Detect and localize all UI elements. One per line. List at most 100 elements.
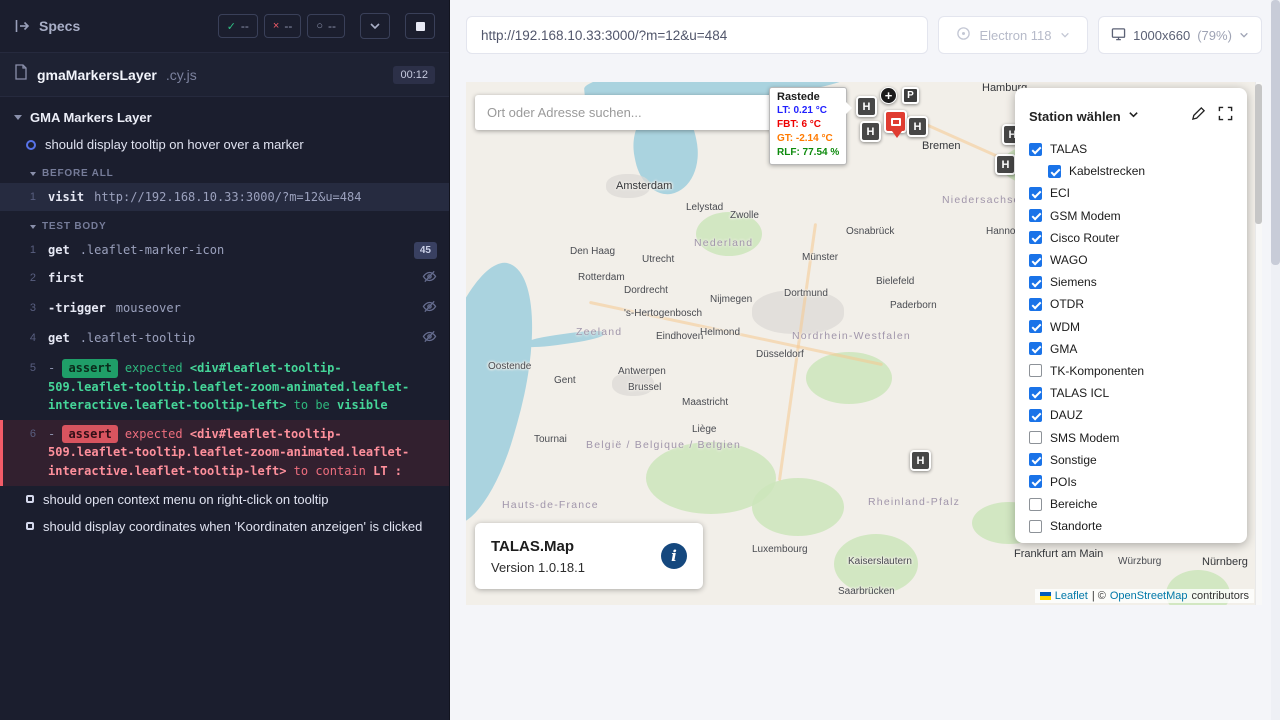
command-get[interactable]: 4get.leaflet-tooltip xyxy=(0,324,449,354)
checkbox[interactable] xyxy=(1029,409,1042,422)
checkbox[interactable] xyxy=(1029,364,1042,377)
checkbox[interactable] xyxy=(1029,143,1042,156)
command-first[interactable]: 2first xyxy=(0,264,449,294)
checkbox[interactable] xyxy=(1029,520,1042,533)
info-icon[interactable]: i xyxy=(661,543,687,569)
spec-file-row[interactable]: gmaMarkersLayer .cy.js 00:12 xyxy=(0,52,449,97)
checkbox[interactable] xyxy=(1029,254,1042,267)
station-filter-talas-icl[interactable]: TALAS ICL xyxy=(1029,382,1247,404)
parking-marker[interactable]: P xyxy=(902,87,919,104)
station-filter-gsm-modem[interactable]: GSM Modem xyxy=(1029,205,1247,227)
station-filter-otdr[interactable]: OTDR xyxy=(1029,293,1247,315)
scrollbar-thumb[interactable] xyxy=(1255,84,1262,224)
forest-area xyxy=(806,352,892,404)
checkbox[interactable] xyxy=(1029,276,1042,289)
station-select-label[interactable]: Station wählen xyxy=(1029,109,1121,124)
command-get[interactable]: 1get.leaflet-marker-icon45 xyxy=(0,236,449,264)
edit-icon[interactable] xyxy=(1191,106,1206,126)
station-filter-kabelstrecken[interactable]: Kabelstrecken xyxy=(1048,160,1247,182)
station-filter-label: DAUZ xyxy=(1050,408,1083,422)
command-assert[interactable]: 5- assertexpected <div#leaflet-tooltip-5… xyxy=(0,354,449,420)
checkbox[interactable] xyxy=(1029,453,1042,466)
active-test-row[interactable]: should display tooltip on hover over a m… xyxy=(0,131,449,158)
suite-row[interactable]: GMA Markers Layer xyxy=(0,97,449,131)
station-marker[interactable]: H xyxy=(860,121,881,142)
pending-test-row[interactable]: should open context menu on right-click … xyxy=(0,486,449,513)
station-marker[interactable]: H xyxy=(856,96,877,117)
specs-title[interactable]: Specs xyxy=(39,18,80,34)
map-city-label: Frankfurt am Main xyxy=(1014,548,1103,560)
station-filter-wdm[interactable]: WDM xyxy=(1029,316,1247,338)
pending-stat: ○-- xyxy=(307,14,345,38)
section-header[interactable]: TEST BODY xyxy=(0,211,449,236)
command-method: visit xyxy=(48,188,84,206)
alarm-marker[interactable] xyxy=(884,110,907,133)
chevron-down-icon[interactable] xyxy=(1128,107,1139,125)
station-filter-pois[interactable]: POIs xyxy=(1029,471,1247,493)
station-filter-sonstige[interactable]: Sonstige xyxy=(1029,449,1247,471)
map-city-label: Gent xyxy=(554,375,576,386)
station-filter-gma[interactable]: GMA xyxy=(1029,338,1247,360)
map-city-label: Nijmegen xyxy=(710,294,752,305)
page-scrollbar[interactable] xyxy=(1271,0,1280,720)
osm-link[interactable]: OpenStreetMap xyxy=(1110,590,1188,602)
station-filter-wago[interactable]: WAGO xyxy=(1029,249,1247,271)
assert-text: to be xyxy=(286,398,337,412)
viewport-size: 1000x660 xyxy=(1133,28,1190,43)
station-filter-label: Kabelstrecken xyxy=(1069,164,1145,178)
checkbox[interactable] xyxy=(1029,475,1042,488)
map-city-label: Lelystad xyxy=(686,202,723,213)
collapse-button[interactable] xyxy=(360,13,390,39)
checkbox[interactable] xyxy=(1029,187,1042,200)
station-marker[interactable]: H xyxy=(995,154,1016,175)
passed-stat: ✓-- xyxy=(218,14,258,38)
viewport-selector[interactable]: 1000x660 (79%) xyxy=(1098,16,1262,54)
checkbox[interactable] xyxy=(1029,431,1042,444)
station-filter-dauz[interactable]: DAUZ xyxy=(1029,404,1247,426)
checkbox[interactable] xyxy=(1029,498,1042,511)
stop-button[interactable] xyxy=(405,13,435,39)
command-message: .leaflet-marker-icon xyxy=(80,241,225,259)
leaflet-link[interactable]: Leaflet xyxy=(1055,590,1088,602)
command-number: 6 xyxy=(14,425,36,443)
checkbox[interactable] xyxy=(1048,165,1061,178)
attribution-separator: | © xyxy=(1092,590,1106,602)
station-filter-eci[interactable]: ECI xyxy=(1029,182,1247,204)
add-marker[interactable]: + xyxy=(880,87,897,104)
checkbox[interactable] xyxy=(1029,231,1042,244)
search-input[interactable] xyxy=(487,105,763,120)
checkbox[interactable] xyxy=(1029,342,1042,355)
marker-tooltip[interactable]: Rastede LT: 0.21 °CFBT: 6 °CGT: -2.14 °C… xyxy=(769,87,847,165)
command-assert[interactable]: 6- assertexpected <div#leaflet-tooltip-5… xyxy=(0,420,449,486)
command-visit[interactable]: 1visithttp://192.168.10.33:3000/?m=12&u=… xyxy=(0,183,449,211)
section-header[interactable]: BEFORE ALL xyxy=(0,158,449,183)
expand-specs-icon[interactable] xyxy=(14,18,30,34)
station-filter-siemens[interactable]: Siemens xyxy=(1029,271,1247,293)
app-scrollbar[interactable] xyxy=(1255,82,1262,605)
station-filter-sms-modem[interactable]: SMS Modem xyxy=(1029,426,1247,448)
scrollbar-thumb[interactable] xyxy=(1271,0,1280,265)
station-filter-tk-komponenten[interactable]: TK-Komponenten xyxy=(1029,360,1247,382)
command-trigger[interactable]: 3-triggermouseover xyxy=(0,294,449,324)
eye-slash-icon xyxy=(422,299,437,319)
station-filter-cisco-router[interactable]: Cisco Router xyxy=(1029,227,1247,249)
checkbox[interactable] xyxy=(1029,320,1042,333)
url-bar[interactable]: http://192.168.10.33:3000/?m=12&u=484 xyxy=(466,16,928,54)
browser-selector[interactable]: Electron 118 xyxy=(938,16,1088,54)
fullscreen-icon[interactable] xyxy=(1218,106,1233,126)
spec-extension: .cy.js xyxy=(166,67,197,83)
assert-text: to contain xyxy=(286,464,373,478)
station-filter-standorte[interactable]: Standorte xyxy=(1029,515,1247,537)
station-filter-talas[interactable]: TALAS xyxy=(1029,138,1247,160)
map-region-label: België / Belgique / Belgien xyxy=(586,439,741,451)
checkbox[interactable] xyxy=(1029,209,1042,222)
tooltip-value: GT: -2.14 °C xyxy=(777,132,839,146)
station-marker[interactable]: H xyxy=(910,450,931,471)
map-city-label: Antwerpen xyxy=(618,366,666,377)
station-marker[interactable]: H xyxy=(907,116,928,137)
checkbox[interactable] xyxy=(1029,387,1042,400)
test-title: should open context menu on right-click … xyxy=(43,492,328,507)
checkbox[interactable] xyxy=(1029,298,1042,311)
pending-test-row[interactable]: should display coordinates when 'Koordin… xyxy=(0,513,449,540)
station-filter-bereiche[interactable]: Bereiche xyxy=(1029,493,1247,515)
